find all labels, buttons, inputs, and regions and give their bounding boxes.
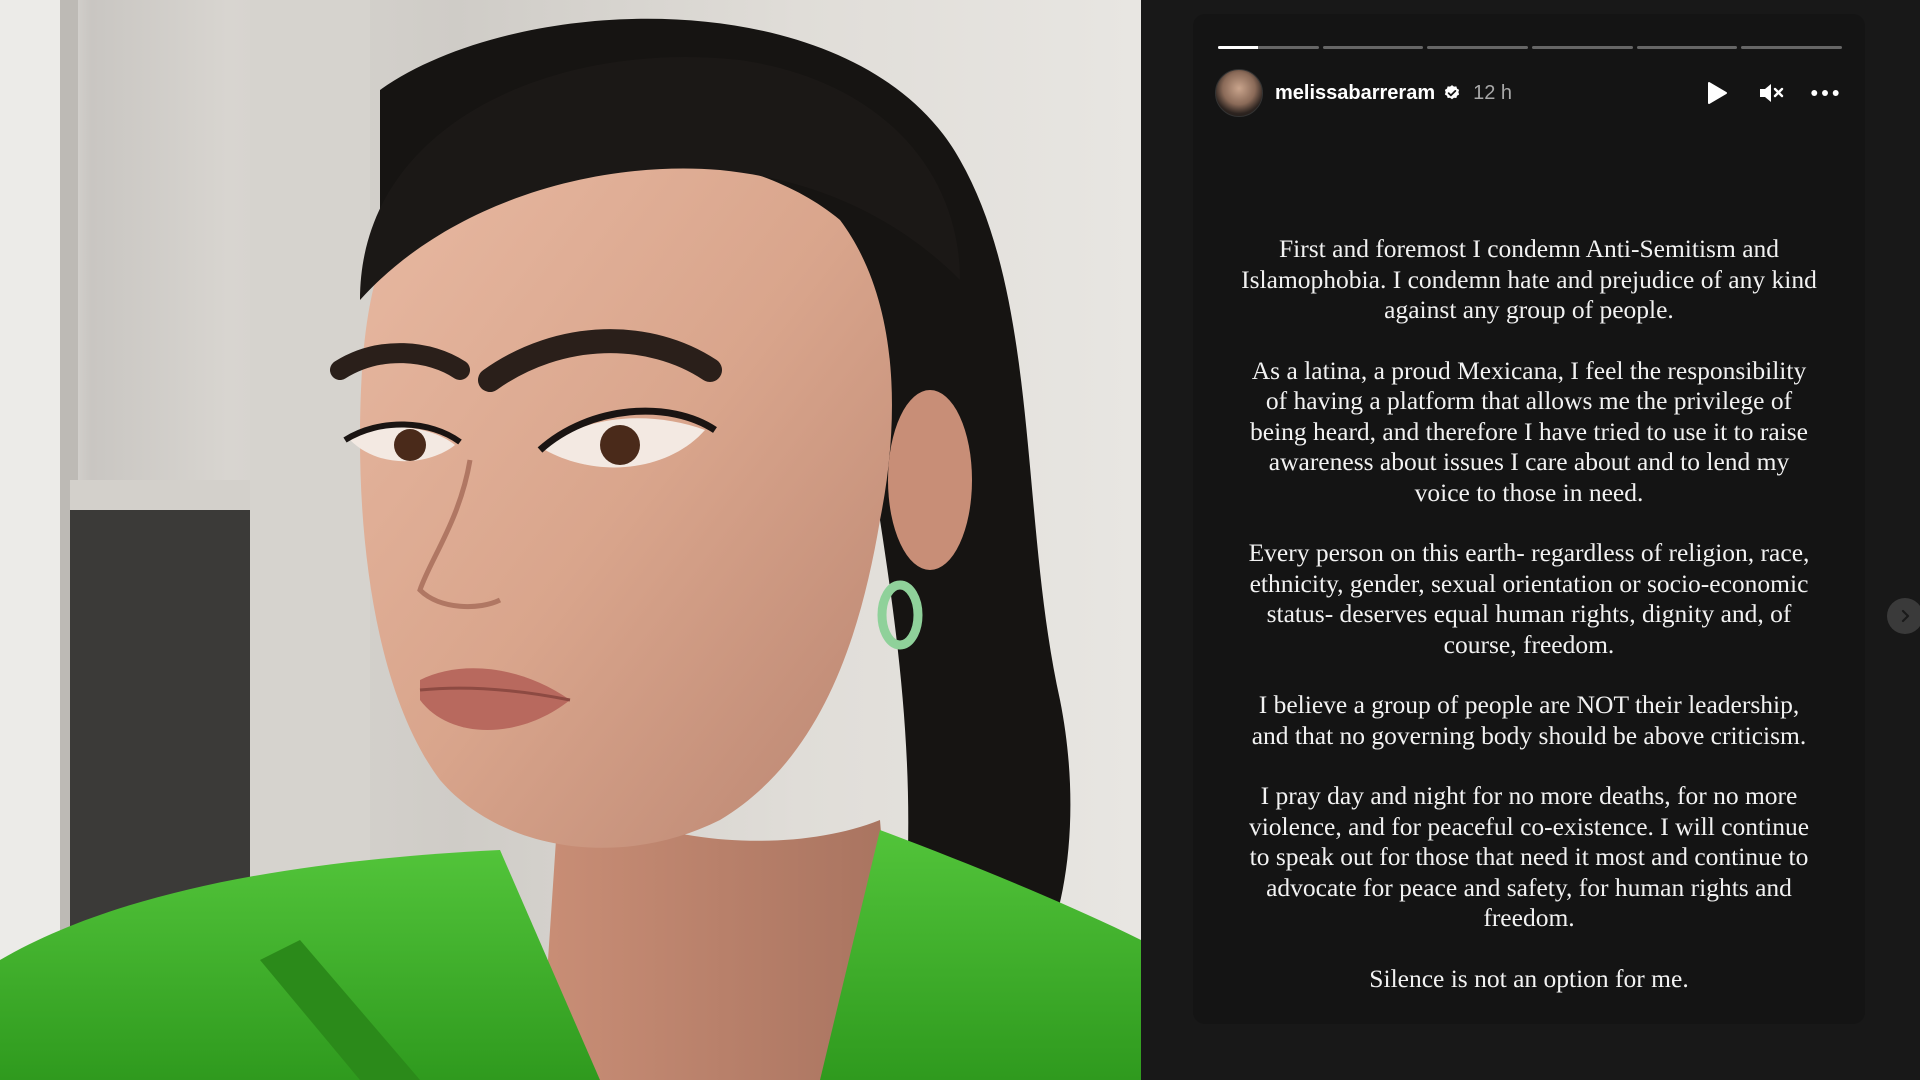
story-paragraph: I believe a group of people are NOT thei… xyxy=(1251,690,1807,750)
progress-segment-5 xyxy=(1636,46,1738,49)
play-icon xyxy=(1708,82,1727,104)
story-controls xyxy=(1703,79,1845,107)
story-paragraph: I pray day and night for no more deaths,… xyxy=(1248,781,1810,932)
progress-segment-1 xyxy=(1218,46,1319,49)
portrait-photo xyxy=(0,0,1141,1080)
avatar[interactable] xyxy=(1215,69,1263,117)
mute-icon xyxy=(1760,84,1784,102)
story-text: First and foremost I condemn Anti-Semiti… xyxy=(1193,234,1865,1024)
next-story-button[interactable] xyxy=(1887,598,1920,634)
story-progress-bar xyxy=(1218,46,1843,49)
more-options-button[interactable] xyxy=(1811,79,1839,107)
story-card[interactable]: melissabarreram 12 h First and foremost … xyxy=(1193,14,1865,1024)
progress-segment-4 xyxy=(1532,46,1633,49)
more-options-icon xyxy=(1811,90,1839,96)
verified-badge-icon xyxy=(1444,85,1460,100)
chevron-right-icon xyxy=(1901,609,1910,623)
story-viewer: melissabarreram 12 h First and foremost … xyxy=(1141,0,1920,1080)
story-paragraph: Every person on this earth- regardless o… xyxy=(1248,538,1810,659)
screenshot-stage: melissabarreram 12 h First and foremost … xyxy=(0,0,1920,1080)
progress-segment-6 xyxy=(1741,46,1843,49)
progress-segment-3 xyxy=(1427,46,1529,49)
story-paragraph: First and foremost I condemn Anti-Semiti… xyxy=(1241,234,1817,324)
story-header: melissabarreram 12 h xyxy=(1215,69,1845,117)
story-paragraph: As a latina, a proud Mexicana, I feel th… xyxy=(1250,355,1808,507)
progress-segment-2 xyxy=(1322,46,1424,49)
play-button[interactable] xyxy=(1703,79,1731,107)
story-paragraph: Silence is not an option for me. xyxy=(1369,963,1689,993)
mute-button[interactable] xyxy=(1757,79,1785,107)
portrait-illustration xyxy=(0,0,1141,1080)
username[interactable]: melissabarreram xyxy=(1275,82,1435,105)
post-time: 12 h xyxy=(1473,81,1513,104)
